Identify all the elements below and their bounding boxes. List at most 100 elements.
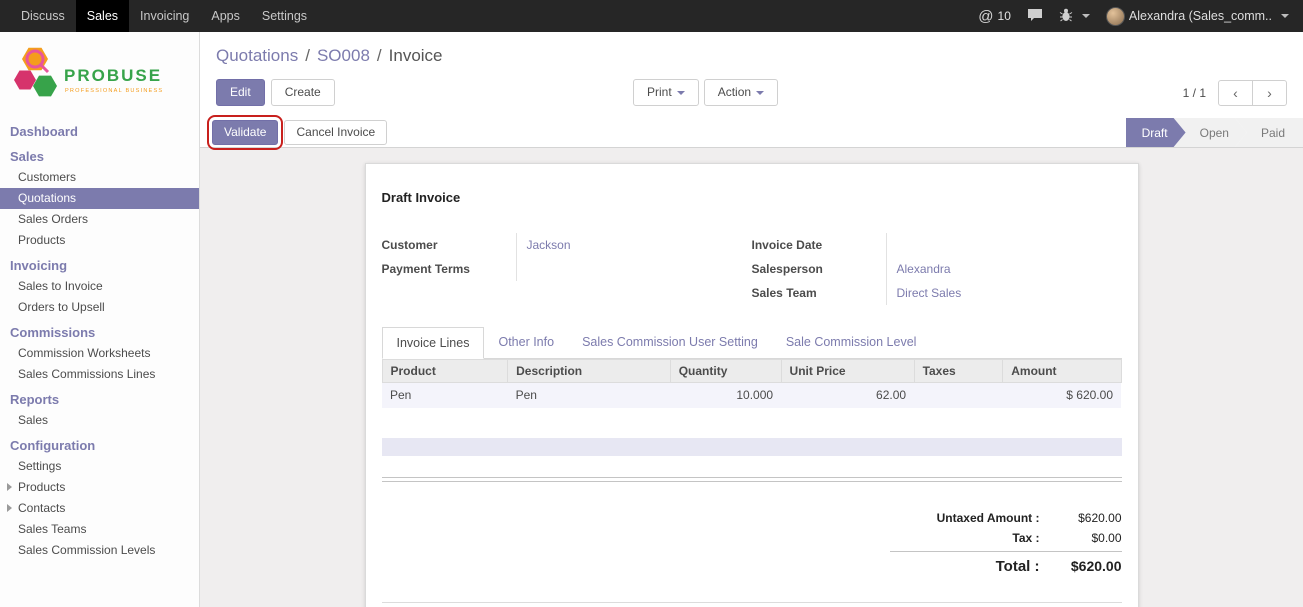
- menu-settings[interactable]: Settings: [251, 0, 318, 32]
- sidebar-item-orders-to-upsell[interactable]: Orders to Upsell: [0, 297, 199, 318]
- sidebar-item-customers[interactable]: Customers: [0, 167, 199, 188]
- sidebar: PROBUSE PROFESSIONAL BUSINESS Dashboard …: [0, 32, 200, 607]
- col-amount[interactable]: Amount: [1003, 360, 1121, 383]
- topbar: Discuss Sales Invoicing Apps Settings @ …: [0, 0, 1303, 32]
- empty-list-band: [382, 438, 1122, 456]
- payment-terms-value[interactable]: [516, 257, 752, 281]
- menu-sales[interactable]: Sales: [76, 0, 129, 32]
- sidebar-item-sales-to-invoice[interactable]: Sales to Invoice: [0, 276, 199, 297]
- tax-label: Tax :: [1012, 531, 1039, 545]
- field-group: Customer Jackson Payment Terms Invoice D…: [382, 233, 1122, 305]
- user-name: Alexandra (Sales_comm..: [1129, 9, 1272, 23]
- sidebar-item-sales-commissions-lines[interactable]: Sales Commissions Lines: [0, 364, 199, 385]
- print-dropdown-button[interactable]: Print: [633, 79, 699, 106]
- col-quantity[interactable]: Quantity: [670, 360, 781, 383]
- tab-invoice-lines[interactable]: Invoice Lines: [382, 327, 485, 359]
- customer-label: Customer: [382, 233, 516, 257]
- col-product[interactable]: Product: [382, 360, 508, 383]
- validate-button[interactable]: Validate: [212, 120, 278, 145]
- sidebar-heading-dashboard[interactable]: Dashboard: [0, 117, 199, 142]
- cell-amount[interactable]: $ 620.00: [1003, 383, 1121, 409]
- breadcrumb-quotations[interactable]: Quotations: [216, 46, 298, 65]
- table-header-row: Product Description Quantity Unit Price …: [382, 360, 1121, 383]
- logo-text: PROBUSE: [64, 66, 162, 85]
- total-value: $620.00: [1040, 558, 1122, 574]
- sidebar-heading-reports[interactable]: Reports: [0, 385, 199, 410]
- pager-next-button[interactable]: ›: [1252, 80, 1287, 106]
- col-unit-price[interactable]: Unit Price: [781, 360, 914, 383]
- sales-team-label: Sales Team: [752, 281, 886, 305]
- control-buttons-row: Edit Create Print Action 1 / 1 ‹ ›: [216, 70, 1287, 118]
- cell-taxes[interactable]: [914, 383, 1003, 409]
- tax-row: Tax : $0.00: [890, 528, 1122, 548]
- invoice-date-label: Invoice Date: [752, 233, 886, 257]
- tab-other-info[interactable]: Other Info: [484, 327, 568, 358]
- activities-menu[interactable]: @ 10: [978, 8, 1011, 25]
- avatar: [1106, 7, 1125, 26]
- topbar-right: @ 10 Alexandra (Sales_comm..: [978, 0, 1303, 32]
- sidebar-item-sales-orders[interactable]: Sales Orders: [0, 209, 199, 230]
- cell-quantity[interactable]: 10.000: [670, 383, 781, 409]
- cancel-invoice-button[interactable]: Cancel Invoice: [284, 120, 387, 145]
- expand-caret-icon: [7, 504, 12, 512]
- statusbar: Validate Cancel Invoice Draft Open Paid: [200, 118, 1303, 148]
- cell-unit-price[interactable]: 62.00: [781, 383, 914, 409]
- notebook-tabs: Invoice Lines Other Info Sales Commissio…: [382, 327, 1122, 359]
- sidebar-item-quotations[interactable]: Quotations: [0, 188, 199, 209]
- tax-value: $0.00: [1040, 531, 1122, 545]
- breadcrumb-so008[interactable]: SO008: [317, 46, 370, 65]
- cell-product[interactable]: Pen: [382, 383, 508, 409]
- sidebar-item-sales-commission-levels[interactable]: Sales Commission Levels: [0, 540, 199, 561]
- sidebar-item-commission-worksheets[interactable]: Commission Worksheets: [0, 343, 199, 364]
- breadcrumb: Quotations/SO008/Invoice: [216, 38, 1287, 70]
- cell-description[interactable]: Pen: [508, 383, 671, 409]
- expand-caret-icon: [7, 483, 12, 491]
- customer-value[interactable]: Jackson: [516, 233, 752, 257]
- sidebar-item-sales-teams[interactable]: Sales Teams: [0, 519, 199, 540]
- tab-sale-commission-level[interactable]: Sale Commission Level: [772, 327, 931, 358]
- breadcrumb-separator: /: [377, 46, 382, 65]
- edit-button[interactable]: Edit: [216, 79, 265, 106]
- chat-bubble-icon: [1027, 8, 1043, 25]
- logo-subtext: PROFESSIONAL BUSINESS: [65, 88, 163, 94]
- untaxed-amount-label: Untaxed Amount :: [937, 511, 1040, 525]
- sidebar-item-label: Contacts: [18, 501, 65, 515]
- sidebar-heading-sales[interactable]: Sales: [0, 142, 199, 167]
- salesperson-value[interactable]: Alexandra: [886, 257, 1122, 281]
- sales-team-value[interactable]: Direct Sales: [886, 281, 1122, 305]
- pager-previous-button[interactable]: ‹: [1218, 80, 1253, 106]
- pager-buttons: ‹ ›: [1218, 80, 1287, 106]
- salesperson-label: Salesperson: [752, 257, 886, 281]
- untaxed-amount-row: Untaxed Amount : $620.00: [890, 508, 1122, 528]
- user-menu[interactable]: Alexandra (Sales_comm..: [1106, 7, 1289, 26]
- status-draft[interactable]: Draft: [1126, 118, 1186, 147]
- col-taxes[interactable]: Taxes: [914, 360, 1003, 383]
- status-pipeline: Draft Open Paid: [1126, 118, 1303, 147]
- menu-apps[interactable]: Apps: [200, 0, 251, 32]
- col-description[interactable]: Description: [508, 360, 671, 383]
- debug-menu[interactable]: [1059, 8, 1090, 25]
- chevron-down-icon: [756, 91, 764, 95]
- sidebar-item-products[interactable]: Products: [0, 230, 199, 251]
- messages-menu[interactable]: [1027, 8, 1043, 25]
- sidebar-item-config-products[interactable]: Products: [0, 477, 199, 498]
- menu-discuss[interactable]: Discuss: [10, 0, 76, 32]
- menu-invoicing[interactable]: Invoicing: [129, 0, 200, 32]
- sidebar-heading-configuration[interactable]: Configuration: [0, 431, 199, 456]
- payment-terms-label: Payment Terms: [382, 257, 516, 281]
- sidebar-item-settings[interactable]: Settings: [0, 456, 199, 477]
- sidebar-heading-commissions[interactable]: Commissions: [0, 318, 199, 343]
- sidebar-item-config-contacts[interactable]: Contacts: [0, 498, 199, 519]
- action-dropdown-button[interactable]: Action: [704, 79, 778, 106]
- chevron-down-icon: [677, 91, 685, 95]
- sidebar-heading-invoicing[interactable]: Invoicing: [0, 251, 199, 276]
- tab-sales-commission-user-setting[interactable]: Sales Commission User Setting: [568, 327, 772, 358]
- table-row[interactable]: Pen Pen 10.000 62.00 $ 620.00: [382, 383, 1121, 409]
- create-button[interactable]: Create: [271, 79, 335, 106]
- invoice-date-value[interactable]: [886, 233, 1122, 257]
- total-label: Total :: [996, 558, 1040, 575]
- pager: 1 / 1 ‹ ›: [1183, 80, 1287, 106]
- total-row: Total : $620.00: [890, 555, 1122, 578]
- total-separator: [890, 551, 1122, 552]
- sidebar-item-reports-sales[interactable]: Sales: [0, 410, 199, 431]
